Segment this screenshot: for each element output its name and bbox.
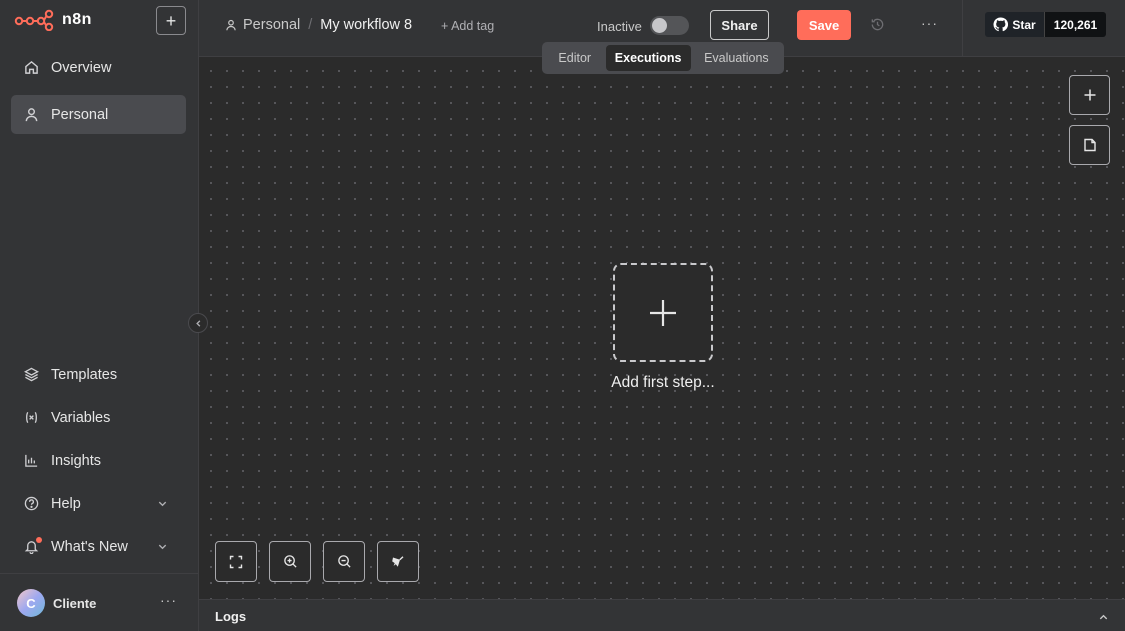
zoom-in-icon <box>283 555 297 568</box>
add-sticky-note-button[interactable] <box>1069 125 1110 165</box>
collapse-sidebar-button[interactable] <box>188 313 208 333</box>
active-toggle[interactable] <box>650 16 689 35</box>
workflow-name[interactable]: My workflow 8 <box>320 17 412 33</box>
n8n-logo[interactable]: n8n <box>14 9 92 31</box>
bell-icon <box>23 536 42 555</box>
sidebar-item-label: Insights <box>51 452 101 469</box>
plus-icon <box>650 299 676 326</box>
history-icon <box>871 18 884 31</box>
breadcrumb: Personal / My workflow 8 <box>225 17 412 33</box>
tab-editor[interactable]: Editor <box>546 45 604 71</box>
help-icon <box>23 496 39 512</box>
chevron-down-icon <box>157 540 168 556</box>
sidebar-item-label: Personal <box>51 106 109 123</box>
sidebar-item-overview[interactable]: Overview <box>11 48 186 87</box>
more-options-button[interactable]: ··· <box>921 15 938 31</box>
user-icon <box>226 19 236 31</box>
sidebar-item-label: What's New <box>51 538 128 555</box>
add-first-step-button[interactable] <box>613 263 713 362</box>
user-name: Cliente <box>53 596 97 611</box>
sidebar-item-help[interactable]: Help <box>11 484 186 523</box>
sidebar: n8n + Overview Personal Templates Variab… <box>0 0 199 631</box>
github-star-button[interactable]: Star 120,261 <box>985 12 1106 37</box>
create-new-button[interactable]: + <box>156 6 186 35</box>
user-icon <box>23 107 39 123</box>
sidebar-item-insights[interactable]: Insights <box>11 441 186 480</box>
add-first-step-label: Add first step... <box>611 374 715 391</box>
zoom-to-fit-button[interactable] <box>215 541 257 582</box>
active-status-label: Inactive <box>597 19 642 34</box>
sidebar-item-personal[interactable]: Personal <box>11 95 186 134</box>
sidebar-item-label: Help <box>51 495 81 512</box>
sidebar-item-variables[interactable]: Variables <box>11 398 186 437</box>
sidebar-item-whats-new[interactable]: What's New <box>11 527 186 566</box>
sidebar-item-label: Overview <box>51 59 112 76</box>
tab-executions[interactable]: Executions <box>605 45 691 71</box>
sticky-note-icon <box>1083 138 1096 152</box>
chevron-down-icon <box>157 497 168 513</box>
home-icon <box>23 60 39 76</box>
sidebar-item-templates[interactable]: Templates <box>11 355 186 394</box>
templates-icon <box>23 367 39 383</box>
broom-icon <box>392 555 404 567</box>
github-star-label: Star <box>985 12 1045 37</box>
github-icon <box>993 17 1009 32</box>
header-divider <box>962 0 963 57</box>
tab-evaluations[interactable]: Evaluations <box>693 45 780 71</box>
zoom-out-icon <box>337 555 351 568</box>
zoom-out-button[interactable] <box>323 541 365 582</box>
user-menu: C Cliente ··· <box>0 573 199 631</box>
share-button[interactable]: Share <box>710 10 769 40</box>
toggle-knob <box>652 18 667 33</box>
tidy-up-button[interactable] <box>377 541 419 582</box>
chevron-left-icon <box>195 319 200 327</box>
add-tag-button[interactable]: + Add tag <box>441 19 494 33</box>
zoom-in-button[interactable] <box>269 541 311 582</box>
logs-panel[interactable]: Logs <box>199 599 1125 631</box>
avatar[interactable]: C <box>17 589 45 617</box>
user-more-button[interactable]: ··· <box>160 592 177 608</box>
project-name: Personal <box>243 17 301 33</box>
breadcrumb-separator: / <box>308 17 313 33</box>
save-button[interactable]: Save <box>797 10 851 40</box>
n8n-logo-icon <box>14 9 54 31</box>
breadcrumb-project[interactable]: Personal <box>225 17 300 33</box>
logs-label: Logs <box>215 609 247 624</box>
notification-dot <box>36 536 42 543</box>
workflow-canvas[interactable]: Add first step... <box>199 57 1125 599</box>
history-button[interactable] <box>870 17 885 37</box>
github-star-text: Star <box>1012 17 1036 32</box>
variables-icon <box>23 410 39 426</box>
chevron-up-icon[interactable] <box>1098 610 1109 628</box>
fit-view-icon <box>229 555 243 568</box>
sidebar-item-label: Templates <box>51 366 118 383</box>
github-star-count: 120,261 <box>1045 12 1106 37</box>
add-node-button[interactable] <box>1069 75 1110 115</box>
plus-icon <box>1084 89 1095 101</box>
logo-text: n8n <box>62 11 92 28</box>
insights-icon <box>23 453 39 469</box>
view-tabs: Editor Executions Evaluations <box>542 42 784 74</box>
sidebar-item-label: Variables <box>51 409 111 426</box>
